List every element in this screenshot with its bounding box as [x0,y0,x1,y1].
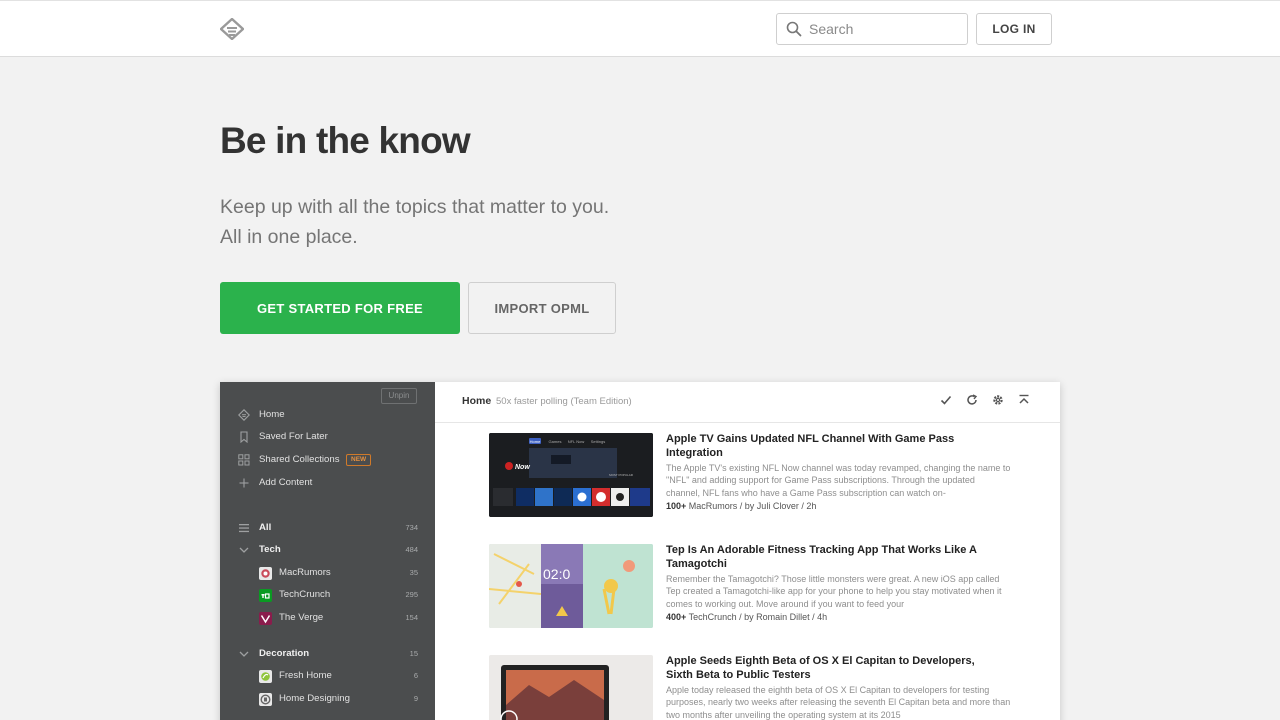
article-thumbnail[interactable] [489,655,653,720]
freshhome-favicon [259,670,272,683]
sidebar-feed-the-verge[interactable]: The Verge 154 [238,610,418,626]
feedly-logo-icon[interactable] [220,18,244,40]
chevron-down-icon[interactable] [238,544,250,556]
sidebar-item-label: TechCrunch [279,589,331,600]
thumb-nav-games: Games [549,439,562,444]
search-box[interactable] [776,13,968,45]
sidebar-item-home[interactable]: Home [238,407,418,423]
article-read-count: 400+ [666,612,687,622]
article-item[interactable]: Apple Seeds Eighth Beta of OS X El Capit… [489,655,1011,720]
sidebar-item-shared-collections[interactable]: Shared Collections NEW [238,452,418,468]
top-bar: LOG IN [0,0,1280,57]
article-meta: 400+ TechCrunch / by Romain Dillet / 4h [666,611,827,623]
hero-subtitle-line-1: Keep up with all the topics that matter … [220,196,610,218]
feed-header: Home 50x faster polling (Team Edition) [435,382,1060,423]
article-source: TechCrunch / by Romain Dillet / 4h [688,612,828,622]
article-item[interactable]: Home Games NFL Now Settings Now MOST POP… [489,433,1011,523]
unread-count: 35 [409,568,418,577]
unread-count: 9 [413,694,418,703]
feed-subtitle: 50x faster polling (Team Edition) [496,396,632,407]
thumb-popular: MOST POPULAR [609,473,634,477]
sidebar-item-saved[interactable]: Saved For Later [238,429,418,445]
new-badge: NEW [346,454,372,466]
search-input[interactable] [809,14,959,44]
unread-count: 6 [413,671,418,680]
list-icon [239,524,249,533]
sidebar-item-label: All [259,522,272,533]
sidebar-item-label: The Verge [279,612,324,623]
thumb-nav-nflnow: NFL Now [568,439,585,444]
thumb-brand: Now [515,464,530,471]
sidebar-item-label: Home Designing [279,693,350,704]
thumb-timer: 02:0 [543,566,570,582]
preview-main: Home 50x faster polling (Team Edition) H… [435,382,1060,720]
hero-subtitle: Keep up with all the topics that matter … [220,192,609,252]
sidebar-item-label: Fresh Home [279,670,332,681]
verge-favicon [259,612,272,625]
unread-count: 734 [405,523,418,532]
sidebar-category-tech[interactable]: Tech 484 [238,542,418,558]
chevron-down-icon[interactable] [238,648,250,660]
app-preview: Unpin Home Saved For Later Shared Collec… [220,382,1060,720]
article-thumbnail[interactable]: Home Games NFL Now Settings Now MOST POP… [489,433,653,517]
article-meta: 100+ MacRumors / by Juli Clover / 2h [666,500,816,512]
article-read-count: 100+ [666,501,687,511]
sidebar-item-label: Saved For Later [259,431,328,442]
article-title[interactable]: Apple Seeds Eighth Beta of OS X El Capit… [666,655,996,682]
thumb-nav-settings: Settings [591,439,605,444]
article-source: MacRumors / by Juli Clover / 2h [688,501,817,511]
article-thumbnail[interactable]: 02:0 [489,544,653,628]
thumb-nav-home: Home [530,439,541,444]
search-icon [786,21,802,37]
get-started-button[interactable]: GET STARTED FOR FREE [220,282,460,334]
sidebar-feed-fresh-home[interactable]: Fresh Home 6 [238,668,418,684]
sidebar-item-label: MacRumors [279,567,331,578]
unread-count: 295 [405,590,418,599]
gear-icon[interactable] [991,393,1005,407]
unpin-button[interactable]: Unpin [381,388,417,404]
hero-subtitle-line-2: All in one place. [220,226,358,248]
feed-title: Home [462,395,492,407]
sidebar-category-decoration[interactable]: Decoration 15 [238,646,418,662]
techcrunch-favicon [259,589,272,602]
hero-title: Be in the know [220,120,471,161]
sidebar-item-all[interactable]: All 734 [238,520,418,536]
article-excerpt: Apple today released the eighth beta of … [666,685,1011,720]
macrumors-favicon [259,567,272,580]
sidebar-item-label: Home [259,409,285,420]
bookmark-icon [240,431,248,443]
import-opml-button[interactable]: IMPORT OPML [468,282,616,334]
sidebar-item-label: Decoration [259,648,310,659]
article-title[interactable]: Apple TV Gains Updated NFL Channel With … [666,433,996,460]
unread-count: 484 [405,545,418,554]
unread-count: 154 [405,613,418,622]
preview-sidebar: Unpin Home Saved For Later Shared Collec… [220,382,435,720]
sidebar-item-label: Tech [259,544,281,555]
sidebar-item-label: Shared Collections [259,454,340,465]
mark-read-icon[interactable] [939,393,953,407]
article-title[interactable]: Tep Is An Adorable Fitness Tracking App … [666,544,996,571]
homedesigning-favicon [259,693,272,706]
article-excerpt: The Apple TV's existing NFL Now channel … [666,463,1011,498]
refresh-icon[interactable] [965,393,979,407]
sidebar-item-label: Add Content [259,477,313,488]
scroll-top-icon[interactable] [1017,393,1031,407]
collections-icon [238,454,250,466]
unread-count: 15 [409,649,418,658]
sidebar-feed-techcrunch[interactable]: TechCrunch 295 [238,587,418,603]
article-item[interactable]: 02:0 Tep Is An Adorable Fitness Tracking… [489,544,1009,634]
sidebar-feed-macrumors[interactable]: MacRumors 35 [238,565,418,581]
sidebar-feed-home-designing[interactable]: Home Designing 9 [238,691,418,707]
sidebar-item-add-content[interactable]: Add Content [238,475,418,491]
plus-icon [239,478,249,488]
login-button[interactable]: LOG IN [976,13,1052,45]
article-excerpt: Remember the Tamagotchi? Those little mo… [666,574,1002,609]
home-icon [238,409,250,421]
